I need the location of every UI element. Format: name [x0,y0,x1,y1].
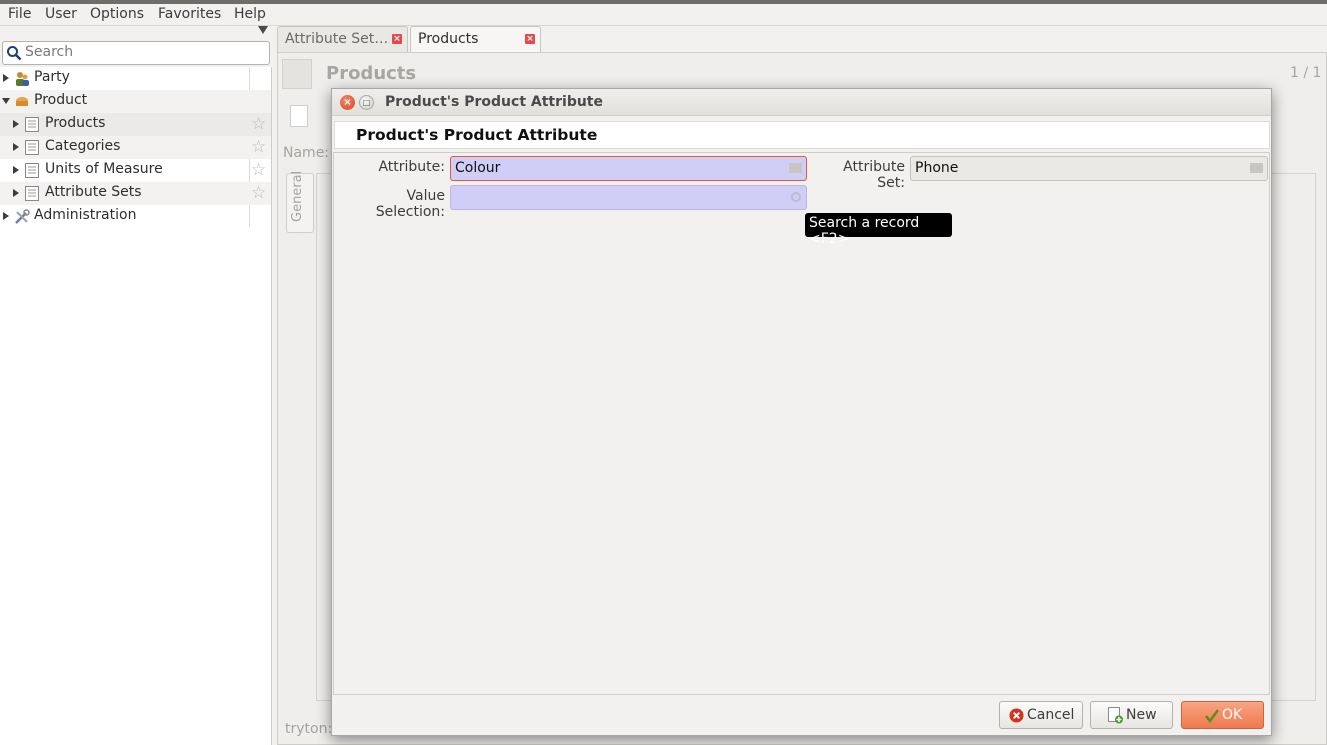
tree-item-categories[interactable]: Categories ☆ [0,136,271,159]
tree-item-label: Attribute Sets [45,184,142,200]
cancel-label: Cancel [1027,707,1075,723]
record-count: 1 / 1 [1290,65,1322,81]
favorite-star-icon[interactable]: ☆ [251,137,266,157]
ok-label: OK [1222,707,1243,723]
tree-item-label: Products [45,115,106,131]
dialog-header: Product's Product Attribute [334,121,1270,149]
tab-attribute-sets[interactable]: Attribute Set… × [277,26,408,52]
new-record-icon[interactable] [290,105,308,127]
tree-item-label: Administration [34,207,137,223]
search-icon[interactable] [791,192,801,202]
expander-icon[interactable] [3,74,9,82]
favorite-star-icon[interactable]: ☆ [251,114,266,134]
expander-icon[interactable] [13,166,19,174]
favorite-star-icon[interactable]: ☆ [251,160,266,180]
folder-icon[interactable] [789,163,802,173]
checkmark-icon [1205,709,1220,724]
menu-favorites[interactable]: Favorites [158,6,221,22]
product-icon [16,97,28,106]
list-icon [25,163,39,178]
attribute-set-value: Phone [915,160,959,176]
attribute-set-field[interactable]: Phone [910,156,1268,181]
attribute-label: Attribute: [378,159,445,175]
tree-item-label: Units of Measure [45,161,163,177]
tooltip: Search a record <F2> [805,213,952,247]
tree-item-product[interactable]: Product [0,90,271,113]
wrench-icon[interactable] [282,59,312,89]
attribute-value: Colour [455,160,501,176]
cancel-icon [1009,708,1024,723]
list-icon [25,186,39,201]
value-selection-label: Value Selection: [375,188,445,220]
value-selection-field[interactable] [450,185,807,210]
dialog-window-title: Product's Product Attribute [385,94,603,110]
tree-item-attribute-sets[interactable]: Attribute Sets ☆ [0,182,271,205]
expander-icon[interactable] [2,98,10,104]
tree-item-label: Categories [45,138,121,154]
dialog-titlebar: × □ Product's Product Attribute [332,89,1271,116]
close-icon[interactable]: × [525,34,535,44]
menubar: File User Options Favorites Help [0,0,1327,26]
expander-icon[interactable] [13,189,19,197]
dialog-body: Attribute: Colour Attribute Set: Phone V… [333,152,1270,695]
party-icon [16,72,29,86]
name-label: Name: [283,145,330,161]
expander-icon[interactable] [13,143,19,151]
close-icon[interactable]: × [340,95,355,110]
tree-item-products[interactable]: Products ☆ [0,113,271,136]
favorite-star-icon[interactable]: ☆ [251,183,266,203]
page-title: Products [326,63,417,84]
tools-icon [15,209,30,224]
close-icon[interactable]: × [392,34,402,44]
list-icon [25,140,39,155]
ok-button[interactable]: OK [1181,701,1264,729]
tree-item-label: Party [34,69,70,85]
menu-file[interactable]: File [8,6,31,22]
search-icon [7,46,22,61]
tree-item-label: Product [34,92,88,108]
new-button[interactable]: New [1090,701,1173,729]
tab-label: Attribute Set… [285,31,389,47]
attribute-set-label: Attribute Set: [843,159,905,191]
attribute-field[interactable]: Colour [450,156,807,181]
attribute-dialog: × □ Product's Product Attribute Product'… [331,88,1272,736]
menu-help[interactable]: Help [234,6,266,22]
tab-products[interactable]: Products × [410,26,541,53]
menu-tree: Party Product Products ☆ Categories ☆ Un… [0,67,272,745]
expander-icon[interactable] [3,212,9,220]
new-label: New [1126,707,1157,723]
menu-user[interactable]: User [45,6,77,22]
dialog-header-title: Product's Product Attribute [356,126,598,144]
search-placeholder: Search [25,44,74,60]
tree-item-administration[interactable]: Administration [0,205,271,228]
new-icon [1108,707,1123,724]
tree-item-units-of-measure[interactable]: Units of Measure ☆ [0,159,271,182]
chevron-down-icon[interactable] [258,26,268,34]
tree-item-party[interactable]: Party [0,67,271,90]
maximize-icon[interactable]: □ [359,95,374,110]
expander-icon[interactable] [13,120,19,128]
status-text: tryton: [285,721,333,737]
tab-general[interactable]: General [286,170,314,233]
tab-general-label: General [290,170,305,222]
list-icon [25,117,39,132]
menu-options[interactable]: Options [90,6,144,22]
search-input[interactable]: Search [2,41,270,65]
folder-icon[interactable] [1250,163,1263,173]
cancel-button[interactable]: Cancel [999,701,1083,729]
tab-label: Products [418,31,479,47]
